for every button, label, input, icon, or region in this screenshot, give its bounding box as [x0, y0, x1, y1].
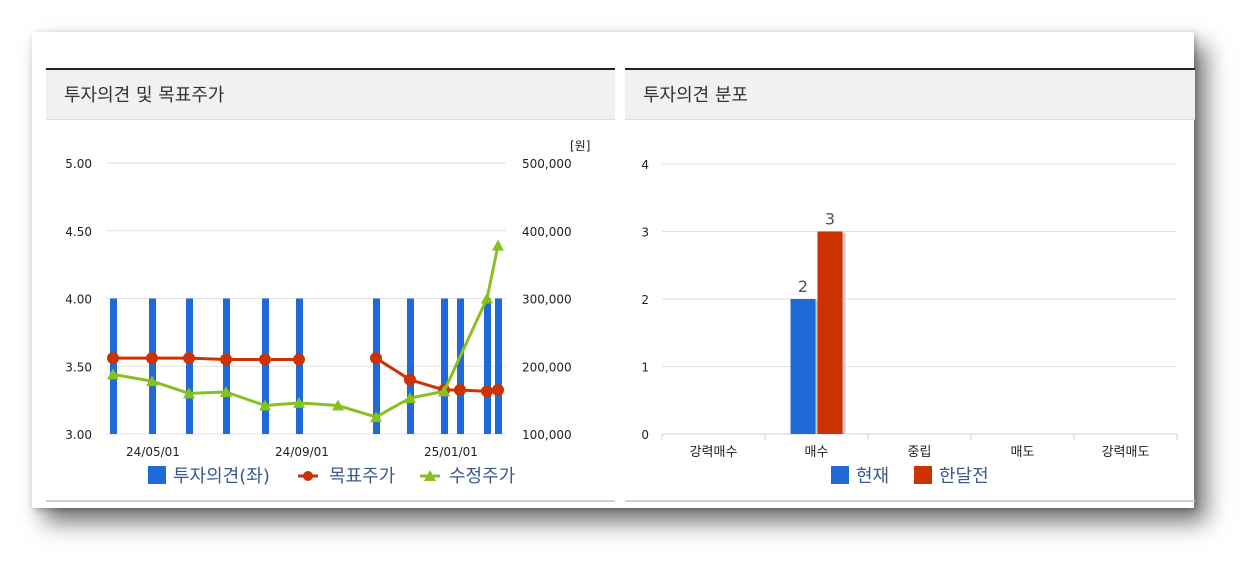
y-right-unit-label: [원]	[570, 139, 590, 153]
opinion-bar	[262, 298, 269, 434]
opinion-bar	[457, 298, 464, 434]
y-right-tick-label: 200,000	[522, 360, 572, 374]
target-price-point	[293, 353, 305, 366]
opinion-bar	[110, 298, 117, 434]
y-tick-label: 0	[641, 428, 649, 442]
legend-label-opinion: 투자의견(좌)	[173, 466, 270, 487]
y-right-tick-label: 400,000	[522, 225, 572, 239]
y-left-tick-label: 3.00	[65, 428, 92, 442]
y-left-tick-label: 3.50	[65, 360, 92, 374]
target-price-point	[259, 353, 271, 366]
adjusted-price-line	[112, 245, 500, 419]
x-tick-label: 24/09/01	[275, 445, 329, 459]
x-category-label: 매수	[805, 445, 829, 460]
current-bar	[790, 299, 816, 434]
x-category-label: 강력매도	[1102, 445, 1150, 460]
y-tick-label: 1	[641, 361, 649, 375]
right-panel: 투자의견 분포	[625, 68, 1195, 120]
opinion-bar	[296, 298, 303, 434]
opinion-bar	[441, 298, 448, 434]
target-price-line	[113, 356, 299, 361]
y-tick-label: 4	[641, 158, 649, 172]
target-price-point	[370, 352, 382, 365]
opinion-target-price-chart: 3.00 3.50 4.00 4.50 5.00 100,000 200,000 300,00…	[65, 139, 590, 487]
y-left-tick-label: 4.50	[65, 225, 92, 239]
legend-swatch-opinion	[148, 466, 166, 484]
x-category-label: 중립	[908, 445, 932, 460]
x-tick-label: 25/01/01	[424, 445, 478, 459]
y-left-tick-label: 4.00	[65, 293, 92, 307]
bar-data-label: 2	[798, 277, 808, 296]
target-price-point	[107, 352, 119, 365]
x-category-label: 매도	[1011, 445, 1035, 460]
legend-swatch-current	[831, 466, 849, 484]
y-right-tick-label: 100,000	[522, 428, 572, 442]
opinion-bar	[495, 298, 502, 434]
x-tick-label: 24/05/01	[126, 445, 180, 459]
right-panel-bottom-border	[625, 500, 1195, 502]
legend-label-month-ago: 한달전	[939, 466, 989, 487]
legend-label-adjusted: 수정주가	[449, 466, 515, 487]
bar-data-label: 3	[825, 210, 835, 229]
y-left-tick-label: 5.00	[65, 157, 92, 171]
opinion-distribution-chart: 0 1 2 3 4 강력매수 매수 중립 매도 강력매도 2 3 현재 한달전	[641, 158, 1178, 487]
left-panel-title: 투자의견 및 목표주가	[46, 68, 615, 120]
y-right-tick-label: 500,000	[522, 157, 572, 171]
target-price-point	[454, 383, 466, 396]
right-panel-title: 투자의견 분포	[625, 68, 1195, 120]
y-tick-label: 2	[641, 293, 649, 307]
opinion-bar	[407, 298, 414, 434]
opinion-bar	[223, 298, 230, 434]
target-price-line	[375, 356, 499, 393]
legend-label-target: 목표주가	[329, 466, 395, 487]
legend-label-current: 현재	[856, 466, 889, 487]
y-right-tick-label: 300,000	[522, 293, 572, 307]
target-price-point	[404, 373, 416, 386]
legend-swatch-month-ago	[914, 466, 932, 484]
target-price-point	[183, 352, 195, 365]
opinion-bar	[149, 298, 156, 434]
target-price-point	[220, 353, 232, 366]
y-tick-label: 3	[641, 226, 649, 240]
target-price-point	[146, 352, 158, 365]
target-price-point	[481, 385, 493, 398]
adjusted-price-point	[492, 239, 504, 251]
opinion-bar	[186, 298, 193, 434]
left-panel-bottom-border	[46, 500, 615, 502]
x-category-label: 강력매수	[690, 445, 738, 460]
left-panel: 투자의견 및 목표주가	[46, 68, 615, 120]
opinion-bar	[484, 298, 491, 434]
month-ago-bar	[817, 231, 843, 434]
legend-marker-target	[303, 471, 313, 481]
target-price-point	[492, 383, 504, 396]
